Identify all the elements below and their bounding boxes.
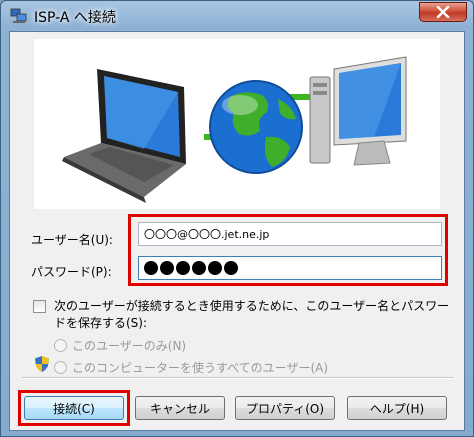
title-bar[interactable]: ISP-A へ接続 xyxy=(1,1,473,31)
save-password-label: 次のユーザーが接続するとき使用するために、このユーザー名とパスワードを保存する(… xyxy=(54,299,450,330)
radio-me-only[interactable] xyxy=(54,339,67,352)
connection-illustration xyxy=(62,56,407,203)
admin-shield-icon xyxy=(35,356,49,372)
radio-me-only-label: このユーザーのみ(N) xyxy=(72,339,187,353)
separator xyxy=(22,377,454,379)
properties-button[interactable]: プロパティ(O) xyxy=(235,396,335,420)
help-button[interactable]: ヘルプ(H) xyxy=(347,396,447,420)
radio-all-users-label: このコンピューターを使うすべてのユーザー(A) xyxy=(72,361,329,375)
fields-highlight-frame xyxy=(128,214,448,286)
connection-banner xyxy=(34,39,440,209)
dialog-window: ISP-A へ接続 ユーザー名(U): 〇〇〇@〇〇〇.jet.ne.jp パス… xyxy=(0,0,474,437)
desktop-computer-icon xyxy=(309,56,407,166)
globe-icon xyxy=(209,80,303,174)
password-label: パスワード(P): xyxy=(31,265,112,279)
radio-all-users[interactable] xyxy=(54,361,67,374)
laptop-icon xyxy=(62,69,186,203)
connect-highlight-frame xyxy=(18,390,130,426)
close-button[interactable] xyxy=(419,2,467,22)
network-connection-icon xyxy=(10,8,27,23)
save-password-checkbox[interactable] xyxy=(33,300,46,313)
dialog-client-area: ユーザー名(U): 〇〇〇@〇〇〇.jet.ne.jp パスワード(P): 次の… xyxy=(9,31,465,431)
username-label: ユーザー名(U): xyxy=(31,233,113,247)
close-icon xyxy=(436,6,450,18)
window-title: ISP-A へ接続 xyxy=(34,10,116,26)
cancel-button[interactable]: キャンセル xyxy=(135,396,225,420)
